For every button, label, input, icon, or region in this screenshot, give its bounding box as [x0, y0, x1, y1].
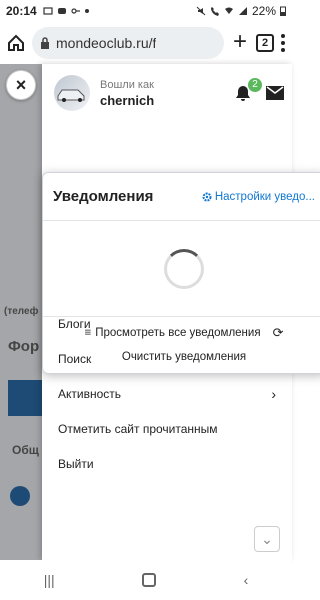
call-icon: [210, 7, 219, 16]
wifi-icon: [224, 7, 233, 14]
username[interactable]: chernich: [100, 93, 154, 108]
mail-icon[interactable]: [266, 86, 284, 100]
dot-icon: [84, 9, 89, 13]
battery-percent: 22%: [251, 4, 276, 18]
browser-toolbar: mondeoclub.ru/f + 2: [0, 22, 292, 64]
gear-icon: [202, 192, 212, 201]
battery-icon: [280, 6, 286, 16]
url-text: mondeoclub.ru/f: [56, 35, 157, 51]
logged-in-label: Вошли как: [100, 78, 154, 91]
tab-switcher-button[interactable]: 2: [256, 34, 274, 52]
menu-item-logout[interactable]: Выйти: [42, 446, 292, 481]
avatar[interactable]: [54, 75, 90, 111]
status-bar: 20:14 22%: [0, 0, 292, 22]
key-icon: [71, 8, 80, 14]
android-nav-bar: ||| ‹: [0, 560, 292, 600]
home-nav-icon[interactable]: [142, 573, 157, 587]
new-tab-button[interactable]: +: [230, 30, 250, 54]
menu-item-blogs[interactable]: Блоги: [42, 306, 292, 341]
mute-icon: [196, 6, 206, 16]
user-drawer: Вошли как chernich 2 Уведомления Настрой…: [42, 64, 320, 560]
menu-item-mark-read[interactable]: Отметить сайт прочитанным: [42, 411, 292, 446]
notification-icon: [43, 7, 53, 15]
scroll-down-button[interactable]: ⌄: [254, 526, 280, 552]
back-icon[interactable]: ‹: [244, 572, 249, 588]
menu-item-activity[interactable]: Активность ›: [42, 376, 292, 411]
notification-badge: 2: [248, 78, 262, 92]
drawer-header: Вошли как chernich 2: [42, 64, 292, 122]
car-icon: [57, 89, 85, 102]
more-options-icon[interactable]: [280, 34, 286, 52]
message-icon: [57, 8, 66, 14]
drawer-menu: Блоги Поиск Активность › Отметить сайт пр…: [42, 306, 292, 481]
close-drawer-button[interactable]: ×: [6, 70, 36, 100]
notifications-title: Уведомления: [53, 188, 154, 205]
lock-icon: [41, 37, 49, 49]
signal-icon: [238, 7, 247, 15]
url-bar[interactable]: mondeoclub.ru/f: [32, 27, 224, 59]
notification-settings-label: Настройки уведо...: [214, 190, 315, 203]
loading-spinner-icon: [164, 248, 204, 289]
notification-settings-link[interactable]: Настройки уведо...: [202, 191, 315, 203]
chevron-down-icon: ⌄: [261, 530, 273, 547]
recent-apps-icon[interactable]: |||: [44, 572, 55, 588]
chevron-right-icon: ›: [271, 385, 276, 402]
status-time: 20:14: [6, 4, 37, 18]
menu-item-search[interactable]: Поиск: [42, 341, 292, 376]
home-icon[interactable]: [6, 33, 26, 53]
background-overlay[interactable]: [0, 64, 42, 560]
